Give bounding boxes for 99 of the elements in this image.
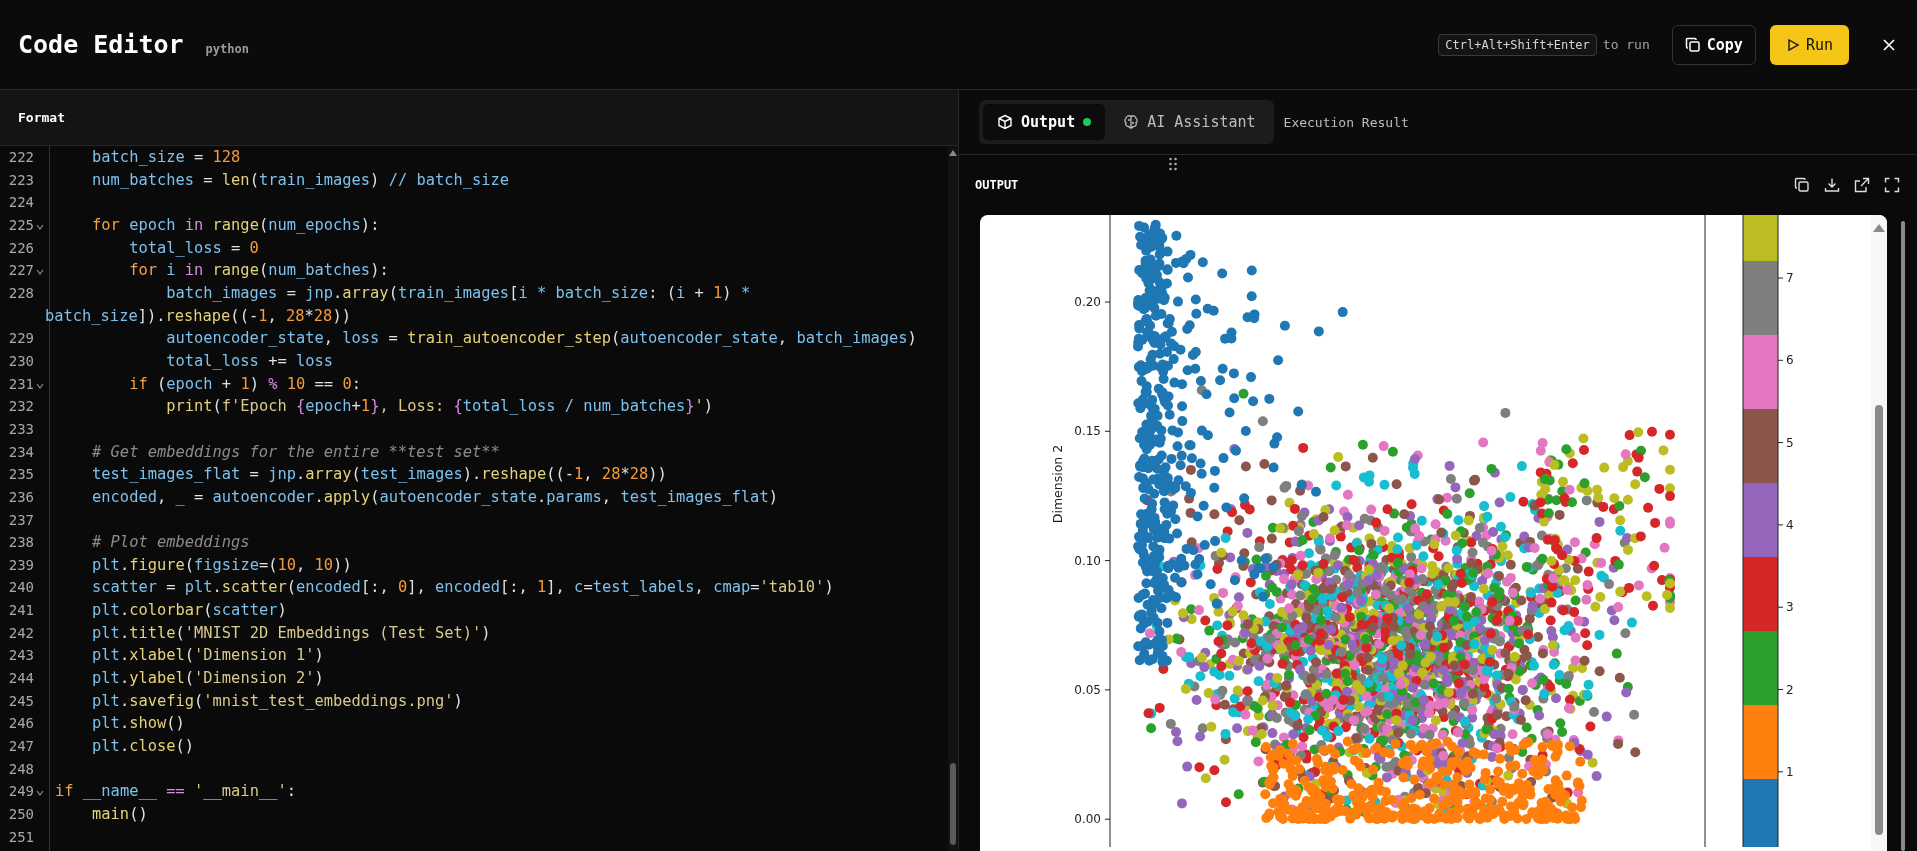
code-line: if (epoch + 1) % 10 == 0: [128,373,361,395]
colorbar-tick-label: 1 [1786,764,1794,779]
line-number: 242 [7,623,34,643]
fullscreen-icon[interactable] [1883,176,1901,194]
panel-tab[interactable]: Output [983,104,1106,140]
format-button[interactable]: Format [18,110,65,125]
colorbar-tick-label: 4 [1786,517,1794,532]
external-link-icon[interactable] [1853,176,1871,194]
line-number: 237 [7,510,34,530]
line-number: 248 [7,759,34,779]
line-number: 231 [7,374,34,394]
code-line: plt.title('MNIST 2D Embeddings (Test Set)') [91,622,491,644]
brain-icon [1123,114,1140,130]
fold-chevron-icon[interactable] [36,269,44,276]
scroll-up-arrow-icon[interactable] [949,149,957,157]
y-tick-label: 0.00 [1074,812,1101,827]
y-tick-label: 0.10 [1074,553,1101,568]
line-number: 229 [7,329,34,349]
scrollbar[interactable] [948,146,958,851]
code-line: batch_size = 128 [91,147,241,168]
keyboard-shortcut: Ctrl+Alt+Shift+Enter [1438,33,1597,56]
panel-tab[interactable]: AI Assistant [1109,104,1270,140]
line-number: 227 [7,261,34,281]
code-line: print(f'Epoch {epoch+1}, Loss: {total_loss / num_batches}') [165,396,714,418]
code-line: test_images_flat = jnp.array(test_images).reshape((-1, 28*28)) [91,464,667,486]
line-number: 246 [7,714,34,734]
code-line: batch_images = jnp.array(train_images[i * batch_size: (i + 1) * [165,282,751,304]
line-number: 228 [7,283,34,303]
line-number: 241 [7,601,34,621]
colorbar-tick-label: 7 [1786,271,1794,285]
app-title: Code Editor [18,30,184,59]
code-line: plt.close() [91,736,195,758]
line-number: 222 [7,148,34,167]
code-line: plt.ylabel('Dimension 2') [91,668,324,690]
line-number: 225 [7,215,34,235]
fold-chevron-icon[interactable] [36,382,44,389]
code-line: plt.show() [91,713,185,735]
output-section-title: OUTPUT [975,178,1019,192]
line-number: 250 [7,805,34,825]
line-number: 223 [7,170,34,190]
line-number: 247 [7,737,34,757]
y-tick-label: 0.05 [1074,682,1101,697]
code-line: batch_size]).reshape((-1, 28*28)) [44,305,351,327]
line-number: 244 [7,669,34,689]
line-number: 249 [7,782,34,802]
code-line: for i in range(num_batches): [128,260,389,282]
y-tick-label: 0.20 [1074,295,1101,309]
colorbar-tick-label: 3 [1786,600,1794,615]
code-line: autoencoder_state, loss = train_autoencoder_step(autoencoder_state, batch_images) [165,328,917,350]
line-number: 233 [7,419,34,439]
scrollbar[interactable] [1871,215,1887,851]
scroll-up-arrow-icon[interactable] [1873,223,1885,233]
line-number: 224 [7,193,34,213]
line-number: 251 [7,827,34,847]
copy-button[interactable]: Copy [1671,24,1756,65]
cube-icon [997,114,1013,130]
line-number: 240 [7,578,34,598]
download-icon[interactable] [1823,176,1841,194]
y-tick-label: 0.15 [1074,424,1101,439]
line-number: 245 [7,691,34,711]
code-line: scatter = plt.scatter(encoded[:, 0], encoded[:, 1], c=test_labels, cmap='tab10') [91,577,834,599]
line-number: 243 [7,646,34,666]
code-line: encoded, _ = autoencoder.apply(autoencoder_state.params, test_images_flat) [91,486,778,508]
run-button[interactable]: Run [1769,24,1849,65]
code-line: plt.xlabel('Dimension 1') [91,645,324,667]
line-number: 230 [7,351,34,371]
copy-icon [1684,36,1701,53]
play-icon [1785,37,1800,52]
colorbar-tick-label: 6 [1786,353,1794,368]
drag-handle-icon[interactable] [1169,157,1177,171]
line-number: 235 [7,465,34,485]
code-line: if __name__ == '__main__': [54,781,296,803]
line-number: 234 [7,442,34,462]
execution-result-label: Execution Result [1283,114,1409,130]
shortcut-hint: to run [1602,37,1650,52]
code-line: plt.colorbar(scatter) [91,600,287,622]
code-line: # Plot embeddings [91,532,250,554]
line-number: 226 [7,238,34,258]
fold-chevron-icon[interactable] [36,223,44,230]
line-number: 236 [7,487,34,507]
code-line: total_loss = 0 [128,237,259,259]
code-line: total_loss += loss [165,350,333,372]
line-number: 239 [7,555,34,575]
copy-icon[interactable] [1793,176,1811,194]
line-number: 238 [7,533,34,553]
y-axis-label: Dimension 2 [1050,444,1065,524]
code-line: main() [91,804,148,826]
colorbar-tick-label: 5 [1786,435,1794,450]
code-line: # Get embeddings for the entire **test set** [91,441,500,463]
language-label: python [205,41,249,56]
fold-chevron-icon[interactable] [36,790,44,797]
code-line: plt.figure(figsize=(10, 10)) [91,554,352,576]
line-number: 232 [7,397,34,417]
code-line: num_batches = len(train_images) // batch_size [91,169,510,191]
code-line: plt.savefig('mnist_test_embeddings.png') [91,690,463,712]
code-line: for epoch in range(num_epochs): [91,214,380,236]
close-icon [1883,38,1895,51]
scrollbar[interactable] [1901,221,1905,851]
colorbar-tick-label: 2 [1786,682,1794,697]
